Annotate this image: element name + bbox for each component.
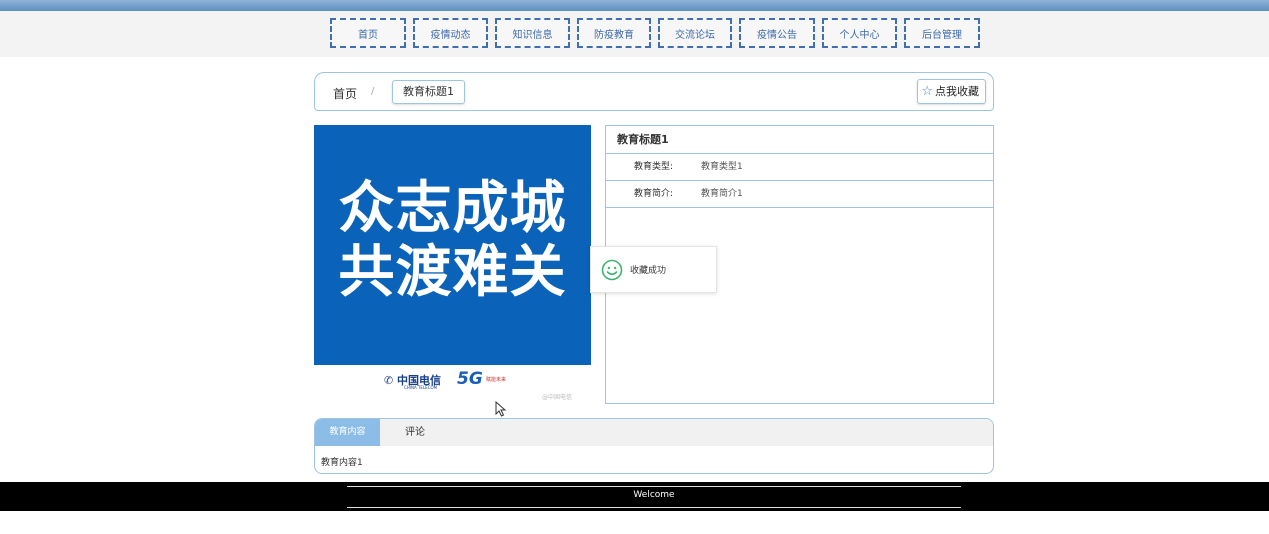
telecom-logo-subtitle: CHINA TELECOM xyxy=(404,385,438,390)
detail-label: 教育类型: xyxy=(634,162,674,172)
nav-item-admin[interactable]: 后台管理 xyxy=(904,18,980,48)
tab-comments[interactable]: 评论 xyxy=(405,419,425,446)
5g-logo: 5G xyxy=(457,369,483,389)
footer-divider xyxy=(347,486,961,487)
favorite-button[interactable]: ☆ 点我收藏 xyxy=(917,79,986,104)
detail-title: 教育标题1 xyxy=(606,126,993,154)
image-watermark: @中国电信 xyxy=(542,394,573,401)
main-nav: 首页 疫情动态 知识信息 防疫教育 交流论坛 疫情公告 个人中心 后台管理 xyxy=(0,11,1269,57)
top-bar xyxy=(0,0,1269,11)
tab-header: 教育内容 评论 xyxy=(315,419,993,446)
page-footer: Welcome xyxy=(0,482,1269,511)
detail-value: 教育简介1 xyxy=(701,189,743,199)
nav-item-knowledge[interactable]: 知识信息 xyxy=(495,18,570,48)
detail-value: 教育类型1 xyxy=(701,162,743,172)
nav-item-announcements[interactable]: 疫情公告 xyxy=(739,18,815,48)
toast-message: 收藏成功 xyxy=(630,266,667,276)
5g-slogan: 赋能未来 xyxy=(486,377,507,383)
favorite-button-label: 点我收藏 xyxy=(935,85,979,98)
nav-item-home[interactable]: 首页 xyxy=(330,18,406,48)
cover-image-footer: ✆ 中国电信 CHINA TELECOM 5G 赋能未来 @中国电信 xyxy=(314,365,591,405)
star-icon: ☆ xyxy=(921,84,933,99)
breadcrumb-home[interactable]: 首页 xyxy=(333,85,357,102)
detail-row-type: 教育类型: 教育类型1 xyxy=(606,154,993,181)
tab-education-content[interactable]: 教育内容 xyxy=(315,419,380,446)
nav-item-epidemic-news[interactable]: 疫情动态 xyxy=(413,18,488,48)
detail-label: 教育简介: xyxy=(634,189,674,199)
footer-welcome: Welcome xyxy=(633,490,675,500)
footer-divider xyxy=(347,507,961,508)
poster-line-2: 共渡难关 xyxy=(338,240,567,305)
breadcrumb-current[interactable]: 教育标题1 xyxy=(392,80,465,104)
nav-item-profile[interactable]: 个人中心 xyxy=(822,18,897,48)
success-toast: 收藏成功 xyxy=(590,246,717,293)
cover-image: 众志成城 共渡难关 xyxy=(314,125,591,365)
detail-row-summary: 教育简介: 教育简介1 xyxy=(606,181,993,208)
telecom-logo-icon: ✆ xyxy=(384,374,398,387)
tab-content: 教育内容1 xyxy=(321,458,363,468)
nav-item-education[interactable]: 防疫教育 xyxy=(577,18,651,48)
content-tabs: 教育内容 评论 教育内容1 xyxy=(314,418,994,474)
smile-icon xyxy=(601,259,623,280)
breadcrumb: 首页 / 教育标题1 ☆ 点我收藏 xyxy=(314,72,994,111)
mouse-cursor-icon xyxy=(495,401,507,417)
breadcrumb-separator: / xyxy=(371,86,375,97)
nav-item-forum[interactable]: 交流论坛 xyxy=(658,18,732,48)
